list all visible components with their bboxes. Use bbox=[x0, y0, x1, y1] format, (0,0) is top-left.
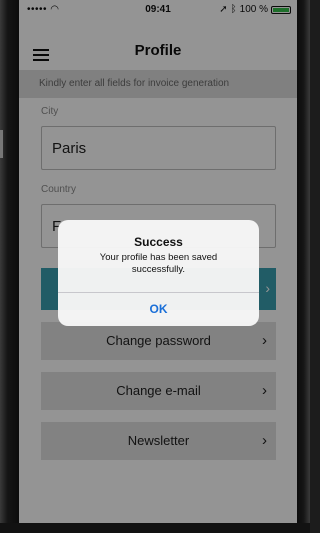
phone-bezel-right bbox=[297, 0, 310, 533]
success-alert: Success Your profile has been saved succ… bbox=[58, 220, 259, 326]
phone-bezel-left bbox=[0, 0, 19, 533]
phone-side-button bbox=[0, 130, 3, 158]
ok-button[interactable]: OK bbox=[58, 293, 259, 326]
alert-title: Success bbox=[134, 235, 183, 249]
phone-screen: ••••• ◠ 09:41 ➚ ᛒ 100 % Profile Kindly e… bbox=[19, 0, 297, 523]
phone-bezel-bottom bbox=[0, 523, 310, 533]
alert-message: Your profile has been saved successfully… bbox=[99, 252, 218, 275]
